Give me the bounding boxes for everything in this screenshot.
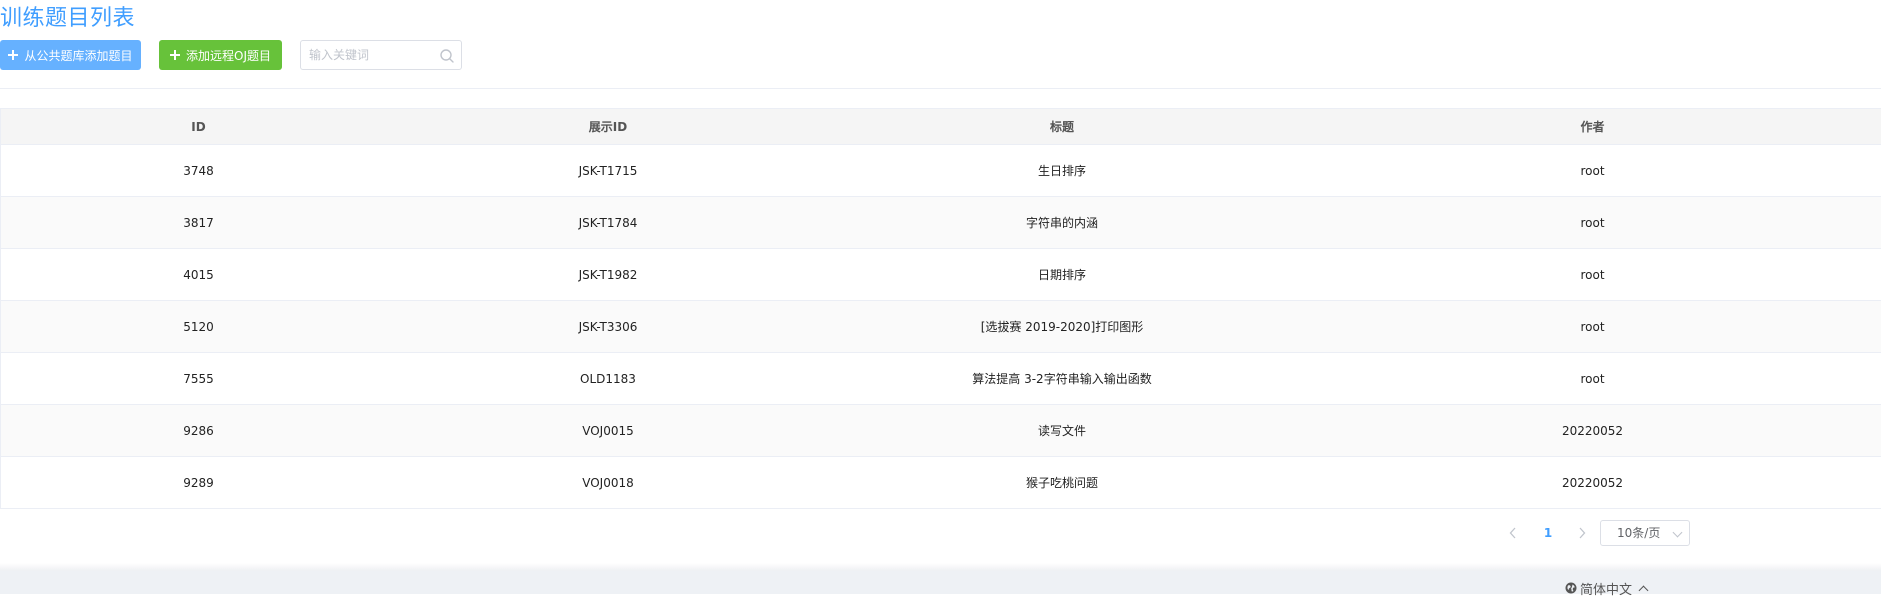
globe-icon	[1565, 582, 1577, 594]
pagination: 1 10条/页	[1500, 519, 1700, 547]
plus-icon	[170, 50, 180, 60]
add-remote-oj-button[interactable]: 添加远程OJ题目	[159, 40, 282, 70]
cell-title: 生日排序	[1037, 164, 1086, 178]
chevron-left-icon	[1509, 527, 1516, 539]
table-row[interactable]: 7555 OLD1183 算法提高 3-2字符串输入输出函数 root	[1, 353, 1881, 405]
table-row[interactable]: 4015 JSK-T1982 日期排序 root	[1, 249, 1881, 301]
table-header: ID 展示ID 标题 作者	[1, 109, 1881, 145]
chevron-down-icon	[1672, 527, 1683, 538]
cell-display-id: JSK-T1715	[578, 163, 638, 178]
add-from-public-bank-label: 从公共题库添加题目	[24, 48, 133, 63]
plus-icon	[8, 50, 19, 60]
cell-id: 4015	[183, 267, 214, 282]
chevron-right-icon	[1579, 527, 1586, 539]
prev-page-button[interactable]	[1503, 519, 1523, 547]
cell-display-id: JSK-T1982	[578, 267, 638, 282]
cell-id: 3748	[183, 163, 214, 178]
page-size-value: 10条/页	[1617, 526, 1661, 540]
cell-author: root	[1580, 215, 1605, 230]
search-field	[300, 40, 462, 70]
cell-id: 9289	[183, 475, 214, 490]
footer-shadow	[0, 563, 1881, 571]
table-row[interactable]: 3748 JSK-T1715 生日排序 root	[1, 145, 1881, 197]
cell-id: 7555	[183, 371, 214, 386]
divider	[0, 88, 1881, 89]
cell-display-id: VOJ0015	[582, 423, 634, 438]
search-icon[interactable]	[439, 48, 455, 64]
next-page-button[interactable]	[1572, 519, 1592, 547]
footer: 简体中文	[0, 571, 1881, 598]
column-header-title[interactable]: 标题	[820, 109, 1304, 144]
add-from-public-bank-button[interactable]: 从公共题库添加题目	[0, 40, 141, 70]
cell-id: 9286	[183, 423, 214, 438]
cell-author: 20220052	[1561, 423, 1624, 438]
caret-up-icon	[1638, 585, 1649, 595]
cell-title: 字符串的内涵	[1025, 216, 1098, 230]
language-label: 简体中文	[1580, 582, 1633, 598]
column-header-author[interactable]: 作者	[1304, 109, 1881, 144]
cell-id: 5120	[183, 319, 214, 334]
cell-title: 日期排序	[1037, 268, 1086, 282]
page-size-select[interactable]: 10条/页	[1600, 520, 1690, 546]
cell-title: 猴子吃桃问题	[1025, 476, 1098, 490]
cell-author: root	[1580, 267, 1605, 282]
cell-title: 读写文件	[1037, 424, 1086, 438]
cell-id: 3817	[183, 215, 214, 230]
cell-display-id: JSK-T1784	[578, 215, 638, 230]
toolbar: 从公共题库添加题目 添加远程OJ题目	[0, 40, 600, 70]
problem-table: ID 展示ID 标题 作者 3748 JSK-T1715 生日排序 root 3…	[0, 108, 1881, 509]
add-remote-oj-label: 添加远程OJ题目	[186, 48, 271, 63]
table-row[interactable]: 9289 VOJ0018 猴子吃桃问题 20220052	[1, 457, 1881, 509]
cell-display-id: JSK-T3306	[578, 319, 638, 334]
search-input[interactable]	[309, 41, 437, 69]
cell-display-id: OLD1183	[580, 371, 636, 386]
column-header-display-id[interactable]: 展示ID	[396, 109, 820, 144]
cell-author: 20220052	[1561, 475, 1624, 490]
page-number-current[interactable]: 1	[1536, 519, 1560, 547]
page-title: 训练题目列表	[0, 6, 136, 31]
cell-author: root	[1580, 371, 1605, 386]
column-header-id[interactable]: ID	[1, 109, 396, 144]
cell-author: root	[1580, 163, 1605, 178]
cell-title: 算法提高 3-2字符串输入输出函数	[972, 372, 1152, 386]
table-row[interactable]: 9286 VOJ0015 读写文件 20220052	[1, 405, 1881, 457]
cell-title: [选拔赛 2019-2020]打印图形	[980, 320, 1144, 334]
cell-author: root	[1580, 319, 1605, 334]
table-row[interactable]: 3817 JSK-T1784 字符串的内涵 root	[1, 197, 1881, 249]
table-row[interactable]: 5120 JSK-T3306 [选拔赛 2019-2020]打印图形 root	[1, 301, 1881, 353]
cell-display-id: VOJ0018	[582, 475, 634, 490]
